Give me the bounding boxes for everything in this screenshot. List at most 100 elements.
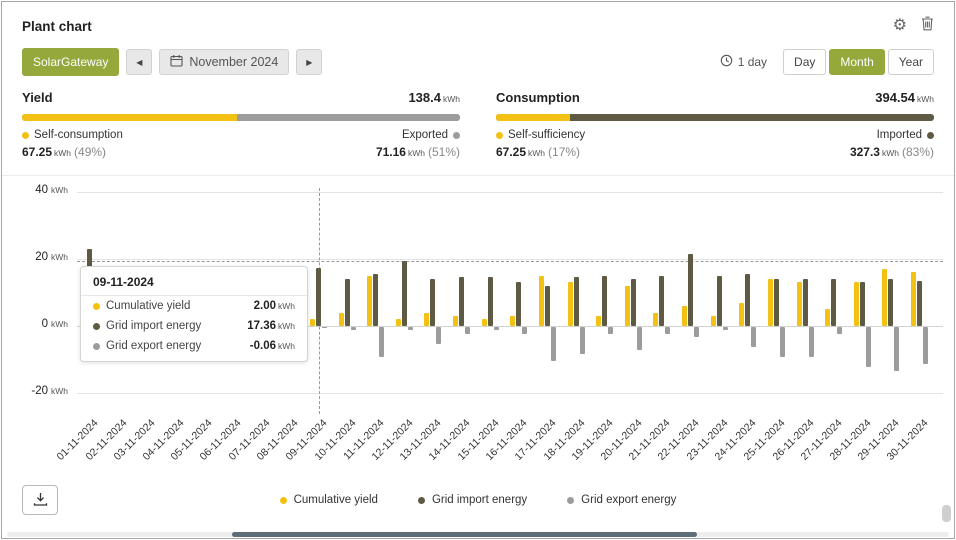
prev-period-button[interactable]: ◀ — [126, 49, 152, 75]
bar-yield-29-11-2024[interactable] — [882, 269, 887, 326]
bar-yield-16-11-2024[interactable] — [510, 316, 515, 326]
bar-yield-25-11-2024[interactable] — [768, 279, 773, 326]
bar-export-21-11-2024[interactable] — [665, 327, 670, 334]
bar-export-16-11-2024[interactable] — [522, 327, 527, 334]
bar-yield-18-11-2024[interactable] — [568, 282, 573, 326]
gateway-button[interactable]: SolarGateway — [22, 48, 119, 76]
tooltip-row: Cumulative yield 2.00kWh — [81, 296, 307, 316]
bar-import-18-11-2024[interactable] — [574, 277, 579, 326]
bar-yield-30-11-2024[interactable] — [911, 272, 916, 326]
bar-export-18-11-2024[interactable] — [580, 327, 585, 354]
bar-export-13-11-2024[interactable] — [436, 327, 441, 344]
bar-export-29-11-2024[interactable] — [894, 327, 899, 371]
view-month-button[interactable]: Month — [829, 49, 884, 75]
view-year-button[interactable]: Year — [888, 49, 934, 75]
next-period-button[interactable]: ▶ — [296, 49, 322, 75]
bar-import-28-11-2024[interactable] — [860, 282, 865, 326]
bar-yield-28-11-2024[interactable] — [854, 282, 859, 326]
bar-import-12-11-2024[interactable] — [402, 261, 407, 326]
chart-legend: Cumulative yield Grid import energy Grid… — [280, 494, 677, 506]
bar-import-09-11-2024[interactable] — [316, 268, 321, 326]
bar-export-19-11-2024[interactable] — [608, 327, 613, 334]
bar-yield-26-11-2024[interactable] — [797, 282, 802, 326]
plot: 09-11-2024 Cumulative yield 2.00kWh Grid… — [77, 192, 943, 407]
exported-value: 71.16kWh(51%) — [376, 145, 460, 159]
page-title: Plant chart — [22, 19, 92, 34]
date-picker-button[interactable]: November 2024 — [159, 49, 289, 75]
view-day-button[interactable]: Day — [783, 49, 826, 75]
bar-export-12-11-2024[interactable] — [408, 327, 413, 330]
bar-import-22-11-2024[interactable] — [688, 254, 693, 326]
bar-yield-24-11-2024[interactable] — [739, 303, 744, 326]
horizontal-scrollbar[interactable] — [7, 532, 949, 537]
self-consumption-label: Self-consumption — [22, 129, 123, 141]
bar-export-15-11-2024[interactable] — [494, 327, 499, 330]
bar-import-25-11-2024[interactable] — [774, 279, 779, 326]
chart-area: 09-11-2024 Cumulative yield 2.00kWh Grid… — [2, 178, 954, 478]
bar-export-11-11-2024[interactable] — [379, 327, 384, 357]
bar-yield-13-11-2024[interactable] — [424, 313, 429, 326]
bar-import-11-11-2024[interactable] — [373, 274, 378, 326]
bar-yield-23-11-2024[interactable] — [711, 316, 716, 326]
legend-item-yield[interactable]: Cumulative yield — [280, 494, 378, 506]
bar-import-13-11-2024[interactable] — [430, 279, 435, 326]
bar-yield-19-11-2024[interactable] — [596, 316, 601, 326]
bar-export-24-11-2024[interactable] — [751, 327, 756, 347]
bar-yield-15-11-2024[interactable] — [482, 319, 487, 326]
summary-section: Yield 138.4kWh Self-consumption Exported… — [2, 88, 954, 176]
bar-yield-22-11-2024[interactable] — [682, 306, 687, 326]
horizontal-scrollbar-thumb[interactable] — [232, 532, 697, 537]
bar-export-20-11-2024[interactable] — [637, 327, 642, 350]
legend-item-export[interactable]: Grid export energy — [567, 494, 676, 506]
bar-export-25-11-2024[interactable] — [780, 327, 785, 357]
consumption-progress-bar — [496, 114, 934, 121]
bar-import-21-11-2024[interactable] — [659, 276, 664, 326]
bar-import-26-11-2024[interactable] — [803, 279, 808, 326]
bar-export-09-11-2024[interactable] — [322, 327, 327, 328]
vertical-scrollbar-thumb[interactable] — [942, 505, 951, 522]
bar-yield-11-11-2024[interactable] — [367, 276, 372, 326]
header-icons: ⚙ — [893, 16, 934, 36]
bar-import-14-11-2024[interactable] — [459, 277, 464, 326]
bar-yield-20-11-2024[interactable] — [625, 286, 630, 326]
bar-import-27-11-2024[interactable] — [831, 279, 836, 326]
legend-item-import[interactable]: Grid import energy — [418, 494, 527, 506]
exported-dot-icon — [453, 132, 460, 139]
settings-gear-icon[interactable]: ⚙ — [893, 18, 907, 34]
bar-import-20-11-2024[interactable] — [631, 279, 636, 326]
download-icon — [33, 492, 48, 509]
bar-export-23-11-2024[interactable] — [723, 327, 728, 330]
bar-import-29-11-2024[interactable] — [888, 279, 893, 326]
bar-export-30-11-2024[interactable] — [923, 327, 928, 364]
legend-yield-dot-icon — [280, 497, 287, 504]
bar-import-17-11-2024[interactable] — [545, 286, 550, 326]
bar-export-26-11-2024[interactable] — [809, 327, 814, 357]
bar-yield-09-11-2024[interactable] — [310, 319, 315, 326]
bar-yield-21-11-2024[interactable] — [653, 313, 658, 326]
bar-export-17-11-2024[interactable] — [551, 327, 556, 361]
bar-yield-27-11-2024[interactable] — [825, 309, 830, 326]
download-button[interactable] — [22, 485, 58, 515]
y-axis-label: 0kWh — [12, 318, 68, 330]
bar-import-24-11-2024[interactable] — [745, 274, 750, 326]
bar-yield-14-11-2024[interactable] — [453, 316, 458, 326]
bar-import-10-11-2024[interactable] — [345, 279, 350, 326]
self-sufficiency-value: 67.25kWh(17%) — [496, 145, 580, 159]
self-sufficiency-label: Self-sufficiency — [496, 129, 585, 141]
bar-export-14-11-2024[interactable] — [465, 327, 470, 334]
bar-import-30-11-2024[interactable] — [917, 281, 922, 326]
bar-yield-10-11-2024[interactable] — [339, 313, 344, 326]
bar-export-28-11-2024[interactable] — [866, 327, 871, 367]
bar-yield-12-11-2024[interactable] — [396, 319, 401, 326]
bar-export-27-11-2024[interactable] — [837, 327, 842, 334]
clock-icon — [720, 54, 733, 70]
delete-trash-icon[interactable] — [921, 16, 934, 36]
interval-indicator: 1 day — [720, 54, 767, 70]
bar-import-23-11-2024[interactable] — [717, 276, 722, 326]
bar-yield-17-11-2024[interactable] — [539, 276, 544, 326]
bar-import-15-11-2024[interactable] — [488, 277, 493, 326]
bar-import-19-11-2024[interactable] — [602, 276, 607, 326]
bar-import-16-11-2024[interactable] — [516, 282, 521, 326]
bar-export-22-11-2024[interactable] — [694, 327, 699, 337]
bar-export-10-11-2024[interactable] — [351, 327, 356, 330]
